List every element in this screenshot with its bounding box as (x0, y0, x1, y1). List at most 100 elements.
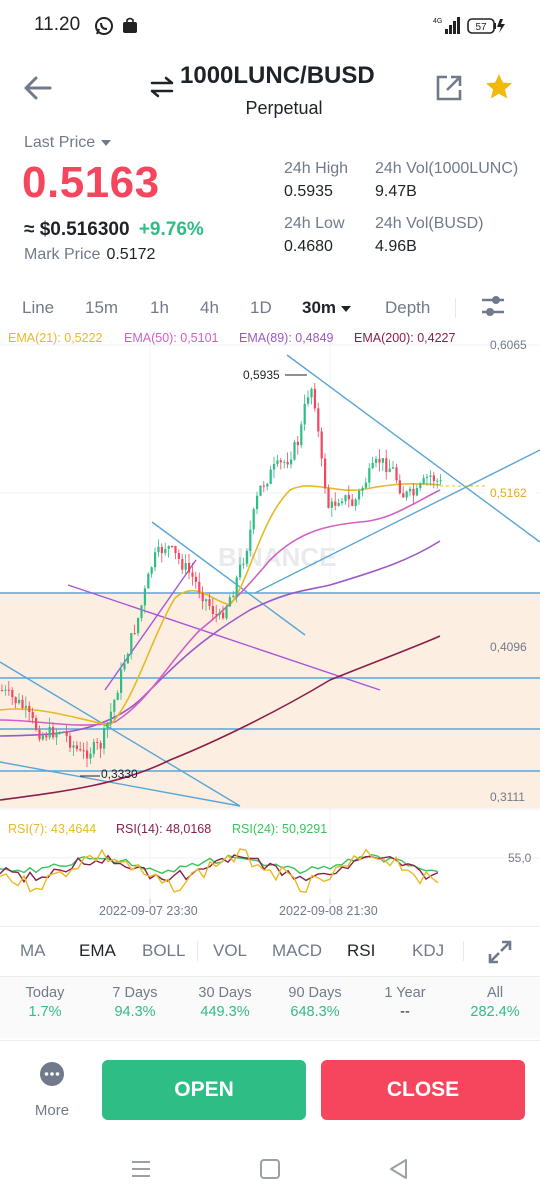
star-icon[interactable] (484, 72, 514, 102)
candle-body (307, 397, 310, 404)
candle-body (310, 388, 313, 398)
candle-body (28, 705, 31, 712)
candle-body (334, 501, 337, 506)
high-value: 0.5935 (284, 183, 333, 200)
candle-body (256, 495, 259, 510)
vol-coin-label: 24h Vol(1000LUNC) (375, 160, 519, 177)
high-marker: 0,5935 (243, 368, 280, 382)
candle-body (320, 431, 323, 459)
expand-icon[interactable] (487, 939, 513, 965)
candle-body (371, 462, 374, 469)
candle-body (52, 726, 55, 738)
candle-body (269, 469, 272, 484)
indicator-rsi[interactable]: RSI (347, 941, 375, 961)
candle-body (262, 485, 265, 487)
candle-body (317, 408, 320, 432)
last-price: 0.5163 (22, 158, 160, 207)
caret-down-icon (341, 305, 352, 312)
candle-body (347, 495, 350, 500)
candle-body (341, 501, 344, 504)
candle-body (385, 458, 388, 473)
candle-body (65, 732, 68, 736)
more-dots-icon (40, 1062, 64, 1086)
perf-90days: 90 Days 648.3% (270, 977, 360, 1020)
indicator-ema[interactable]: EMA (79, 941, 116, 961)
tab-depth[interactable]: Depth (385, 298, 430, 318)
y-axis-low: 0,3111 (490, 790, 525, 804)
nav-back-icon[interactable] (386, 1156, 412, 1182)
candle-body (150, 567, 153, 574)
perf-label: 30 Days (198, 985, 252, 1001)
candle-body (106, 722, 109, 729)
candle-body (45, 735, 48, 738)
candle-body (154, 552, 157, 568)
candle-body (290, 459, 293, 465)
rsi24-legend: RSI(24): 50,9291 (232, 822, 328, 836)
ema89-legend: EMA(89): 0,4849 (239, 331, 334, 345)
candle-body (11, 689, 14, 698)
candle-body (14, 697, 17, 704)
share-icon[interactable] (435, 74, 463, 102)
perf-value: 94.3% (114, 1004, 156, 1020)
rsi14-line (0, 854, 439, 883)
more-button[interactable]: More (26, 1061, 78, 1125)
tab-1h[interactable]: 1h (150, 298, 169, 318)
tab-line[interactable]: Line (22, 298, 54, 318)
candle-body (276, 460, 279, 465)
tab-15m[interactable]: 15m (85, 298, 118, 318)
last-price-label: Last Price (24, 134, 96, 151)
candle-body (405, 491, 408, 498)
candle-body (140, 605, 143, 618)
pair-title[interactable]: 1000LUNC/BUSD (180, 62, 375, 90)
candle-body (225, 606, 228, 619)
indicator-kdj[interactable]: KDJ (412, 941, 444, 961)
nav-home-icon[interactable] (257, 1156, 283, 1182)
perf-30days: 30 Days 449.3% (180, 977, 270, 1020)
close-button[interactable]: CLOSE (321, 1060, 525, 1120)
candle-body (96, 741, 99, 743)
battery-icon: 57 (467, 18, 505, 34)
tab-1d[interactable]: 1D (250, 298, 272, 318)
vol-coin-value: 9.47B (375, 183, 417, 200)
indicator-vol[interactable]: VOL (213, 941, 247, 961)
nav-recents-icon[interactable] (128, 1156, 154, 1182)
high-label: 24h High (284, 160, 349, 177)
candle-body (62, 732, 65, 734)
candle-body (194, 576, 197, 582)
candle-body (293, 441, 296, 460)
candle-body (31, 711, 34, 719)
tab-4h[interactable]: 4h (200, 298, 219, 318)
y-axis-top: 0,6065 (490, 338, 527, 352)
watermark: BINANCE (218, 542, 336, 572)
rsi-level-label: 55,0 (508, 851, 532, 865)
settings-sliders-icon[interactable] (480, 292, 506, 320)
open-button[interactable]: OPEN (102, 1060, 306, 1120)
tab-30m[interactable]: 30m (302, 298, 352, 318)
indicator-boll[interactable]: BOLL (142, 941, 185, 961)
candle-body (283, 461, 286, 463)
candle-body (109, 711, 112, 723)
indicator-ma[interactable]: MA (20, 941, 46, 961)
ema200-legend: EMA(200): 0,4227 (354, 331, 456, 345)
indicator-macd[interactable]: MACD (272, 941, 322, 961)
candle-body (35, 718, 38, 730)
candle-body (415, 488, 418, 496)
candle-body (126, 654, 129, 664)
candle-body (286, 461, 289, 465)
perf-all: All 282.4% (450, 977, 540, 1020)
indicator-bar: MA EMA BOLL VOL MACD RSI KDJ (0, 926, 540, 974)
action-bar: More OPEN CLOSE (0, 1040, 540, 1140)
candle-body (75, 745, 78, 750)
change-percent: +9.76% (138, 219, 204, 240)
candle-body (171, 546, 174, 548)
candle-body (4, 689, 7, 691)
candle-body (82, 750, 85, 752)
candle-body (137, 617, 140, 634)
candle-body (409, 488, 412, 492)
swap-icon[interactable] (150, 76, 174, 98)
candle-body (120, 669, 123, 693)
last-price-dropdown[interactable]: Last Price (24, 134, 112, 152)
caret-down-icon (101, 139, 112, 146)
candle-body (375, 458, 378, 463)
system-navbar (0, 1140, 540, 1200)
